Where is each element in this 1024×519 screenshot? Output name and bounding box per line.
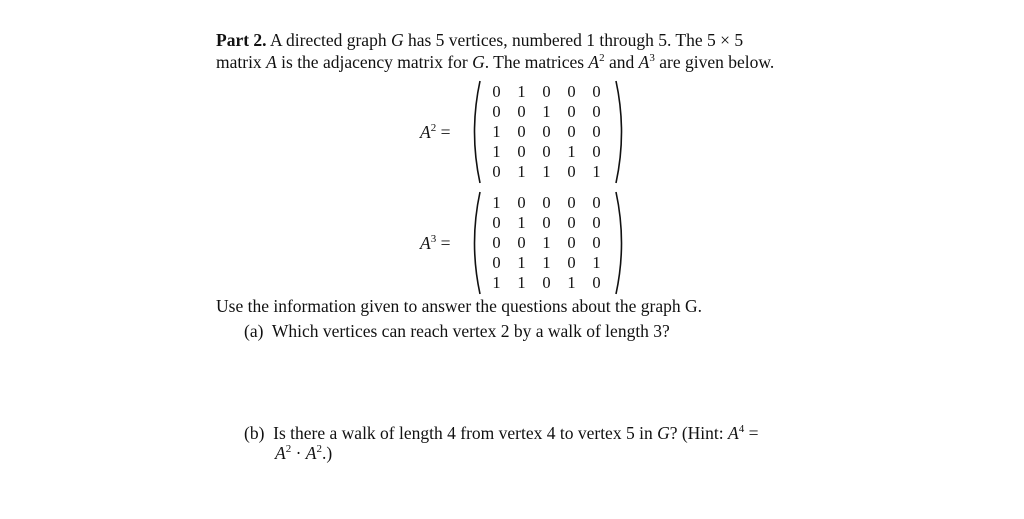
matrix-cell: 1 (567, 142, 576, 161)
question-text: Which vertices can reach vertex 2 by a w… (271, 321, 670, 341)
intro-text: is the adjacency matrix for (276, 52, 473, 72)
matrix-cell: 0 (492, 253, 501, 272)
left-parenthesis (473, 80, 481, 184)
graph-symbol: G (390, 30, 404, 50)
matrix-cell: 0 (542, 193, 551, 212)
intro-text: are given below. (654, 52, 775, 72)
matrix-cell: 0 (592, 213, 601, 232)
matrix-cell: 0 (592, 142, 601, 161)
matrix-grid: 0100000100100001001001101 (484, 82, 609, 182)
matrix-cell: 0 (542, 213, 551, 232)
intro-text: A directed graph (266, 30, 391, 50)
matrix-cell: 1 (542, 253, 551, 272)
left-parenthesis (473, 191, 481, 295)
matrix-cell: 1 (517, 253, 526, 272)
equals-sign: = (744, 423, 759, 443)
matrix-cell: 1 (492, 193, 501, 212)
equals-sign: = (436, 233, 451, 253)
matrix-cell: 1 (542, 233, 551, 252)
intro-paragraph-line2: matrix A is the adjacency matrix for G. … (216, 52, 774, 73)
matrix-cell: 0 (592, 122, 601, 141)
question-label: (b) (244, 423, 265, 443)
question-text: .) (321, 443, 333, 463)
intro-text: has 5 vertices, numbered 1 through 5. Th… (403, 30, 744, 50)
matrix-cell: 0 (592, 273, 601, 292)
question-text: Is there a walk of length 4 from vertex … (273, 423, 658, 443)
matrix-cell: 0 (567, 213, 576, 232)
matrix-cell: 0 (517, 122, 526, 141)
matrix-cell: 1 (492, 142, 501, 161)
matrix-cell: 0 (567, 253, 576, 272)
matrix-cell: 1 (517, 273, 526, 292)
matrix-cell: 1 (592, 253, 601, 272)
matrix-cell: 0 (567, 122, 576, 141)
matrix-symbol: A (266, 52, 277, 72)
matrix-cell: 0 (592, 233, 601, 252)
question-text: ? (Hint: (669, 423, 729, 443)
matrix-symbol: A (728, 423, 739, 443)
matrix-cell: 0 (542, 122, 551, 141)
intro-paragraph-line1: Part 2. A directed graph G has 5 vertice… (216, 30, 743, 51)
question-a: (a) Which vertices can reach vertex 2 by… (244, 321, 670, 342)
matrix-cell: 0 (517, 193, 526, 212)
matrix-symbol: A (420, 233, 431, 253)
matrix-cell: 0 (542, 273, 551, 292)
intro-text: matrix (216, 52, 267, 72)
matrix-grid: 1000001000001000110111010 (484, 193, 609, 293)
matrix-cell: 0 (492, 233, 501, 252)
right-parenthesis (615, 80, 623, 184)
matrix-cell: 1 (492, 122, 501, 141)
equals-sign: = (436, 122, 451, 142)
intro-text: and (604, 52, 639, 72)
matrix-label: A3 = (420, 233, 450, 254)
matrix-cell: 1 (517, 82, 526, 101)
matrix-cell: 0 (592, 193, 601, 212)
matrix-symbol: A (275, 443, 286, 463)
graph-symbol: G (657, 423, 670, 443)
graph-symbol: G (472, 52, 485, 72)
matrix-a2: A2 = 0100000100100001001001101 (420, 80, 630, 186)
matrix-cell: 1 (492, 273, 501, 292)
matrix-cell: 0 (567, 82, 576, 101)
matrix-cell: 0 (567, 233, 576, 252)
matrix-label: A2 = (420, 122, 450, 143)
intro-text: . The matrices (484, 52, 589, 72)
matrix-cell: 0 (517, 142, 526, 161)
matrix-cell: 0 (592, 102, 601, 121)
matrix-cell: 0 (567, 162, 576, 181)
matrix-cell: 0 (492, 102, 501, 121)
question-b-line2: A2 · A2.) (275, 443, 332, 464)
question-label: (a) (244, 321, 264, 341)
matrix-cell: 0 (492, 82, 501, 101)
question-b: (b) Is there a walk of length 4 from ver… (244, 423, 758, 444)
matrix-a3: A3 = 1000001000001000110111010 (420, 191, 630, 297)
matrix-symbol: A (638, 52, 650, 72)
part-label: Part 2. (216, 30, 267, 50)
matrix-cell: 0 (567, 193, 576, 212)
matrix-symbol: A (588, 52, 600, 72)
matrix-symbol: A (420, 122, 431, 142)
matrix-cell: 0 (542, 82, 551, 101)
matrix-cell: 1 (542, 102, 551, 121)
matrix-cell: 1 (567, 273, 576, 292)
instructions: Use the information given to answer the … (216, 296, 703, 316)
right-parenthesis (615, 191, 623, 295)
dot-operator: · (291, 443, 306, 463)
matrix-symbol: A (305, 443, 317, 463)
matrix-cell: 0 (492, 213, 501, 232)
matrix-cell: 0 (517, 102, 526, 121)
matrix-cell: 1 (592, 162, 601, 181)
matrix-cell: 1 (517, 213, 526, 232)
matrix-cell: 1 (542, 162, 551, 181)
matrix-cell: 0 (592, 82, 601, 101)
matrix-cell: 0 (517, 233, 526, 252)
matrix-cell: 0 (542, 142, 551, 161)
matrix-cell: 1 (517, 162, 526, 181)
matrix-cell: 0 (567, 102, 576, 121)
matrix-cell: 0 (492, 162, 501, 181)
